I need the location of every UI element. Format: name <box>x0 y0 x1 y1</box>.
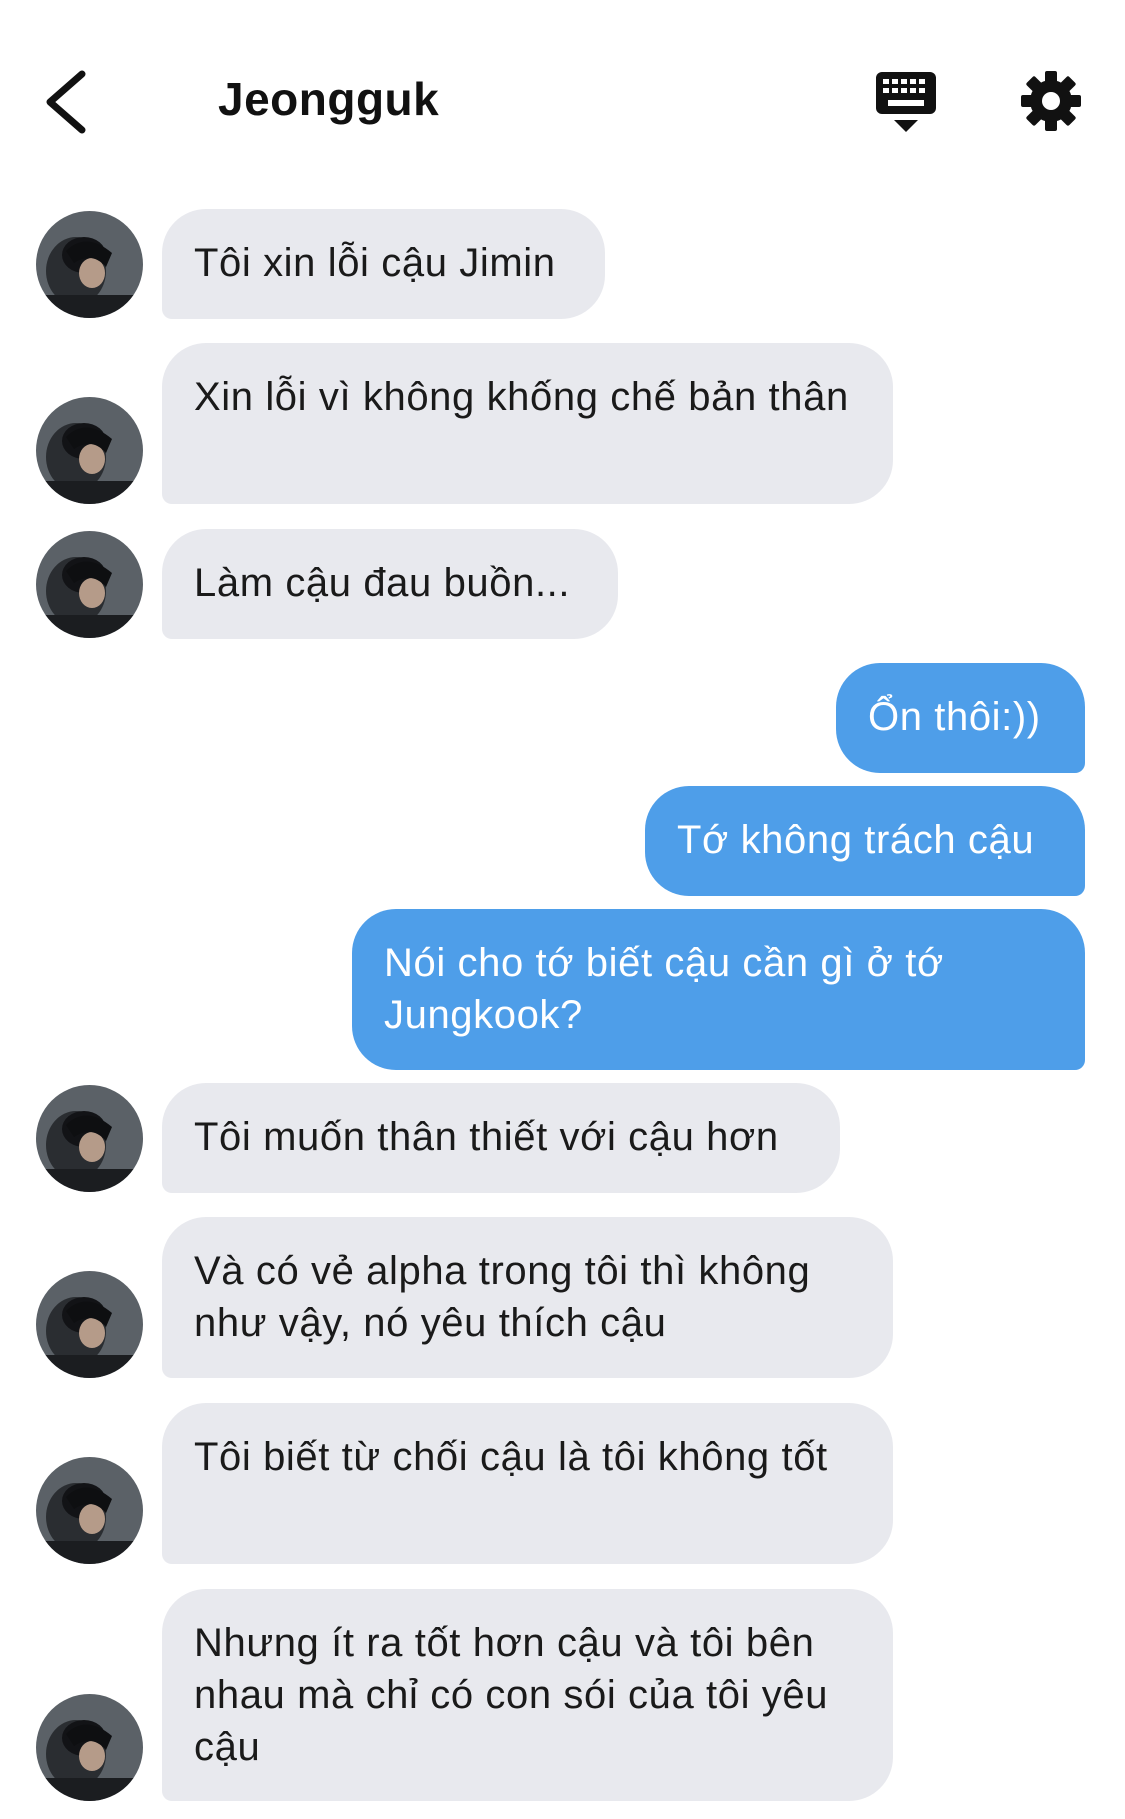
message-text: Và có vẻ alpha trong tôi thì không như v… <box>194 1249 811 1345</box>
message-text: Ổn thôi:)) <box>868 695 1041 739</box>
message-bubble[interactable]: Và có vẻ alpha trong tôi thì không như v… <box>162 1217 893 1378</box>
message-text: Tôi xin lỗi cậu Jimin <box>194 241 556 285</box>
avatar[interactable] <box>36 531 143 638</box>
avatar[interactable] <box>36 1271 143 1378</box>
message-bubble-outgoing[interactable]: Nói cho tớ biết cậu cần gì ở tớ Jungkook… <box>352 909 1085 1070</box>
message-bubble[interactable]: Tôi biết từ chối cậu là tôi không tốt <box>162 1403 893 1564</box>
back-button[interactable] <box>36 66 96 138</box>
message-text: Tôi biết từ chối cậu là tôi không tốt <box>194 1435 828 1479</box>
chevron-left-icon <box>46 70 86 134</box>
message-bubble[interactable]: Nhưng ít ra tốt hơn cậu và tôi bên nhau … <box>162 1589 893 1801</box>
message-text: Xin lỗi vì không khống chế bản thân <box>194 375 849 419</box>
avatar[interactable] <box>36 211 143 318</box>
chat-title[interactable]: Jeongguk <box>218 72 439 126</box>
message-text: Nhưng ít ra tốt hơn cậu và tôi bên nhau … <box>194 1621 829 1769</box>
gear-icon <box>1021 71 1081 131</box>
message-bubble[interactable]: Tôi muốn thân thiết với cậu hơn <box>162 1083 840 1193</box>
message-bubble[interactable]: Tôi xin lỗi cậu Jimin <box>162 209 605 319</box>
message-bubble-outgoing[interactable]: Tớ không trách cậu <box>645 786 1085 896</box>
avatar[interactable] <box>36 397 143 504</box>
message-bubble[interactable]: Xin lỗi vì không khống chế bản thân <box>162 343 893 504</box>
message-text: Tớ không trách cậu <box>677 818 1035 862</box>
settings-button[interactable] <box>1020 70 1082 132</box>
keyboard-icon <box>876 72 936 132</box>
message-bubble-outgoing[interactable]: Ổn thôi:)) <box>836 663 1085 773</box>
chat-header: Jeongguk <box>0 0 1125 190</box>
avatar[interactable] <box>36 1085 143 1192</box>
keyboard-button[interactable] <box>874 70 938 136</box>
message-bubble[interactable]: Làm cậu đau buồn... <box>162 529 618 639</box>
message-text: Nói cho tớ biết cậu cần gì ở tớ Jungkook… <box>384 941 944 1037</box>
message-text: Làm cậu đau buồn... <box>194 561 571 605</box>
avatar[interactable] <box>36 1694 143 1801</box>
message-text: Tôi muốn thân thiết với cậu hơn <box>194 1115 779 1159</box>
avatar[interactable] <box>36 1457 143 1564</box>
